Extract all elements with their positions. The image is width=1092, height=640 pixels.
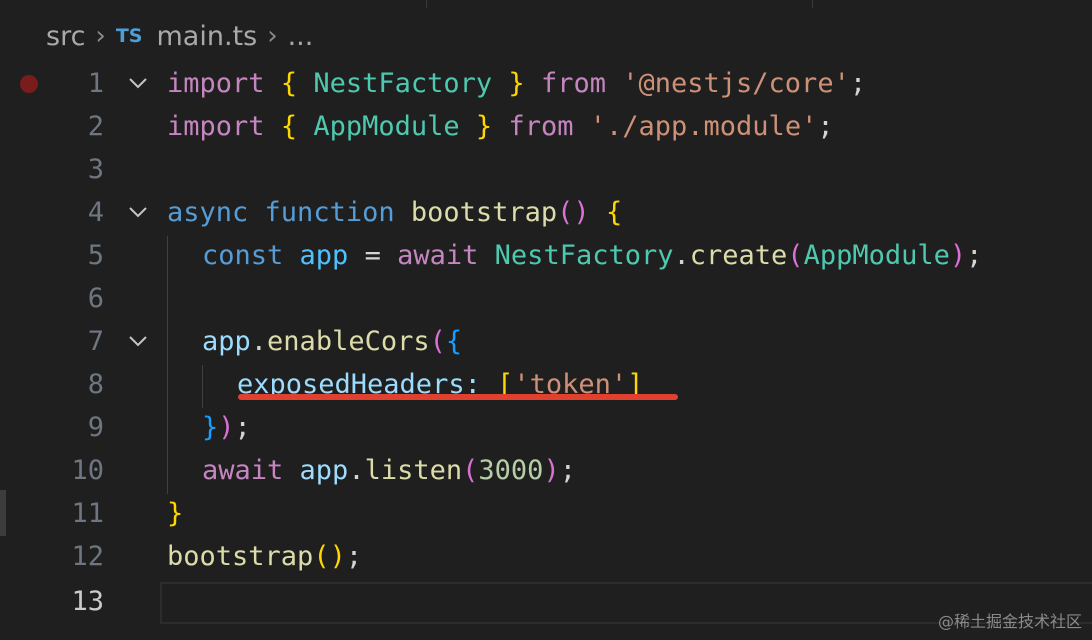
- code-text: const app = await NestFactory.create(App…: [202, 240, 983, 271]
- code-line[interactable]: 9 });: [0, 406, 1092, 449]
- breadcrumb-folder[interactable]: src: [46, 21, 85, 52]
- code-line[interactable]: 1 import { NestFactory } from '@nestjs/c…: [0, 62, 1092, 105]
- tab-divider: [426, 0, 427, 8]
- code-text: async function bootstrap() {: [167, 197, 623, 228]
- line-number: 3: [87, 154, 104, 185]
- line-number: 11: [71, 498, 104, 529]
- code-text: import { NestFactory } from '@nestjs/cor…: [167, 68, 867, 99]
- chevron-right-icon: ›: [95, 21, 106, 51]
- chevron-down-icon[interactable]: [124, 62, 154, 105]
- line-number: 9: [87, 412, 104, 443]
- code-line[interactable]: 6: [0, 277, 1092, 320]
- chevron-down-icon[interactable]: [124, 191, 154, 234]
- code-editor[interactable]: src › TS main.ts › ... 1 import { NestFa…: [0, 0, 1092, 640]
- breadcrumb-symbols[interactable]: ...: [288, 21, 314, 52]
- code-text: await app.listen(3000);: [202, 455, 576, 486]
- line-number: 13: [71, 586, 104, 617]
- chevron-right-icon: ›: [267, 21, 278, 51]
- tab-strip: [0, 0, 1092, 8]
- line-number: 8: [87, 369, 104, 400]
- code-line[interactable]: 13: [0, 580, 1092, 623]
- line-number: 10: [71, 455, 104, 486]
- tab-divider: [812, 0, 813, 8]
- chevron-down-icon[interactable]: [124, 320, 154, 363]
- line-number: 4: [87, 197, 104, 228]
- code-text: }: [167, 498, 184, 529]
- line-number: 7: [87, 326, 104, 357]
- breadcrumb-file[interactable]: main.ts: [156, 21, 257, 52]
- annotation-underline: [238, 394, 678, 400]
- typescript-file-icon: TS: [115, 25, 143, 47]
- code-line[interactable]: 5 const app = await NestFactory.create(A…: [0, 234, 1092, 277]
- breadcrumb: src › TS main.ts › ...: [46, 18, 313, 54]
- watermark: @稀土掘金技术社区: [937, 612, 1082, 631]
- code-text: import { AppModule } from './app.module'…: [167, 111, 834, 142]
- code-line[interactable]: 11 }: [0, 492, 1092, 535]
- line-number: 5: [87, 240, 104, 271]
- code-text: app.enableCors({: [202, 326, 463, 357]
- code-line[interactable]: 4 async function bootstrap() {: [0, 191, 1092, 234]
- line-number: 1: [87, 68, 104, 99]
- code-text: bootstrap();: [167, 541, 363, 572]
- code-line[interactable]: 12 bootstrap();: [0, 535, 1092, 578]
- line-number: 2: [87, 111, 104, 142]
- line-number: 12: [71, 541, 104, 572]
- line-number: 6: [87, 283, 104, 314]
- code-line[interactable]: 10 await app.listen(3000);: [0, 449, 1092, 492]
- code-line[interactable]: 3: [0, 148, 1092, 191]
- code-line[interactable]: 2 import { AppModule } from './app.modul…: [0, 105, 1092, 148]
- code-text: });: [202, 412, 251, 443]
- code-line[interactable]: 7 app.enableCors({: [0, 320, 1092, 363]
